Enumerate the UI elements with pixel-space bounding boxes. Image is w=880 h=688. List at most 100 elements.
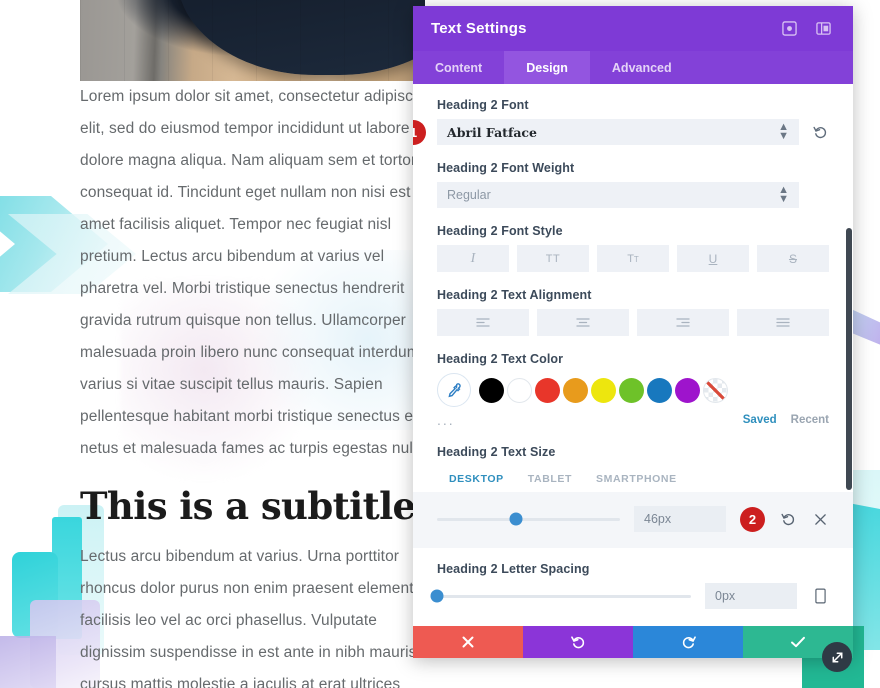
heading2-letter-spacing-label: Heading 2 Letter Spacing	[437, 562, 590, 576]
saved-colors-tab[interactable]: Saved	[743, 414, 777, 426]
close-icon	[462, 636, 474, 648]
strikethrough-button[interactable]: S	[757, 245, 829, 272]
responsive-tab-smartphone[interactable]: SMARTPHONE	[584, 466, 689, 492]
paragraph-two: Lectus arcu bibendum at varius. Urna por…	[80, 547, 436, 688]
heading2-text-size-label: Heading 2 Text Size	[437, 445, 556, 459]
text-size-input[interactable]: 46px	[634, 506, 726, 532]
align-right-icon	[676, 318, 690, 327]
letter-spacing-slider[interactable]	[430, 589, 691, 603]
field-heading2-text-color: Heading 2 Text Color ... Saved Recent	[413, 352, 853, 429]
article-content: Lorem ipsum dolor sit amet, consectetur …	[80, 81, 440, 688]
cancel-button[interactable]	[413, 626, 523, 658]
text-size-close-icon[interactable]	[811, 510, 829, 528]
decor-violet-block-2	[0, 636, 56, 688]
modal-scrollbar[interactable]	[846, 228, 852, 490]
letter-spacing-device-icon[interactable]	[811, 587, 829, 605]
panel-layout-icon[interactable]	[811, 17, 835, 41]
align-justify-icon	[776, 318, 790, 327]
modal-tab-bar: Content Design Advanced	[413, 51, 853, 84]
decor-teal-block-2	[12, 552, 58, 638]
align-right-button[interactable]	[637, 309, 729, 336]
underline-glyph: U	[708, 251, 718, 266]
swatch-yellow[interactable]	[591, 377, 616, 403]
field-heading2-font-weight: Heading 2 Font Weight Regular ▲ ▼	[413, 161, 853, 208]
heading2-font-label: Heading 2 Font	[437, 98, 529, 112]
recent-colors-tab[interactable]: Recent	[791, 414, 829, 426]
redo-icon	[682, 635, 696, 648]
swatch-green[interactable]	[619, 377, 644, 403]
heading2-font-weight-label: Heading 2 Font Weight	[437, 161, 575, 175]
undo-button[interactable]	[523, 626, 633, 658]
tab-advanced[interactable]: Advanced	[590, 51, 694, 84]
select-spinner-icon: ▲ ▼	[778, 121, 789, 142]
tab-content[interactable]: Content	[413, 51, 504, 84]
small-caps-button[interactable]: TT	[597, 245, 669, 272]
heading2-font-select[interactable]: Abril Fatface ▲ ▼	[437, 119, 799, 145]
modal-header: Text Settings	[413, 6, 853, 51]
field-heading2-text-alignment: Heading 2 Text Alignment	[413, 288, 853, 336]
slider-track	[437, 594, 691, 598]
swatch-transparent[interactable]	[703, 377, 728, 403]
undo-icon	[570, 635, 584, 648]
strikethrough-glyph: S	[788, 251, 797, 266]
modal-title: Text Settings	[431, 20, 527, 37]
letter-spacing-value: 0px	[715, 589, 736, 603]
heading2-font-weight-select[interactable]: Regular ▲ ▼	[437, 182, 799, 208]
page-subtitle: This is a subtitle	[80, 484, 416, 528]
checkmark-icon	[791, 636, 805, 648]
eyedropper-icon[interactable]	[437, 373, 471, 407]
tab-design[interactable]: Design	[504, 51, 590, 84]
align-center-button[interactable]	[537, 309, 629, 336]
uppercase-button[interactable]: TT	[517, 245, 589, 272]
heading2-font-value: Abril Fatface	[447, 124, 537, 140]
slider-track	[437, 517, 620, 521]
color-more-options-icon[interactable]: ...	[437, 413, 729, 427]
uppercase-glyph: TT	[545, 252, 561, 265]
heading2-font-weight-value: Regular	[447, 188, 491, 202]
hero-image	[80, 0, 425, 81]
swatch-orange[interactable]	[563, 377, 588, 403]
small-caps-glyph: TT	[627, 252, 639, 265]
align-center-icon	[576, 318, 590, 327]
heading2-text-color-label: Heading 2 Text Color	[437, 352, 564, 366]
resize-handle-icon[interactable]	[822, 642, 852, 672]
responsive-tab-tablet[interactable]: TABLET	[516, 466, 584, 492]
swatch-black[interactable]	[479, 377, 504, 403]
letter-spacing-input[interactable]: 0px	[705, 583, 797, 609]
underline-button[interactable]: U	[677, 245, 749, 272]
swatch-red[interactable]	[535, 377, 560, 403]
redo-button[interactable]	[633, 626, 743, 658]
heading2-font-style-label: Heading 2 Font Style	[437, 224, 563, 238]
settings-scroll-area: Heading 2 Font 1 Abril Fatface ▲ ▼ Headi…	[413, 84, 853, 626]
field-heading2-text-size: Heading 2 Text Size DESKTOP TABLET SMART…	[413, 445, 853, 548]
text-settings-modal: Text Settings Content Design Advanced He…	[413, 6, 853, 658]
modal-footer	[413, 626, 853, 658]
annotation-badge-2: 2	[740, 506, 765, 532]
align-justify-button[interactable]	[737, 309, 829, 336]
align-left-icon	[476, 318, 490, 327]
swatch-purple[interactable]	[675, 377, 700, 403]
text-size-reset-icon[interactable]	[779, 510, 797, 528]
focus-target-icon[interactable]	[777, 17, 801, 41]
decor-teal-block-1	[52, 517, 82, 639]
responsive-tab-bar: DESKTOP TABLET SMARTPHONE	[413, 466, 853, 492]
field-heading2-font: Heading 2 Font 1 Abril Fatface ▲ ▼	[413, 98, 853, 145]
heading2-text-alignment-label: Heading 2 Text Alignment	[437, 288, 592, 302]
field-heading2-line-height: Heading 2 Line Height 1.5em 3	[413, 625, 853, 626]
swatch-blue[interactable]	[647, 377, 672, 403]
heading2-font-reset-icon[interactable]	[811, 123, 829, 141]
annotation-badge-1: 1	[413, 120, 426, 145]
responsive-tab-desktop[interactable]: DESKTOP	[437, 466, 516, 492]
swatch-white[interactable]	[507, 377, 532, 403]
field-heading2-font-style: Heading 2 Font Style I TT TT U S	[413, 224, 853, 272]
modal-body: Heading 2 Font 1 Abril Fatface ▲ ▼ Headi…	[413, 84, 853, 626]
align-left-button[interactable]	[437, 309, 529, 336]
italic-button[interactable]: I	[437, 245, 509, 272]
text-size-control-panel: 46px 2	[413, 492, 853, 548]
slider-knob[interactable]	[430, 589, 444, 603]
select-spinner-icon: ▲ ▼	[778, 184, 789, 205]
text-size-value: 46px	[644, 512, 672, 526]
slider-knob[interactable]	[509, 512, 523, 526]
paragraph-one: Lorem ipsum dolor sit amet, consectetur …	[80, 88, 434, 457]
text-size-slider[interactable]	[437, 512, 620, 526]
